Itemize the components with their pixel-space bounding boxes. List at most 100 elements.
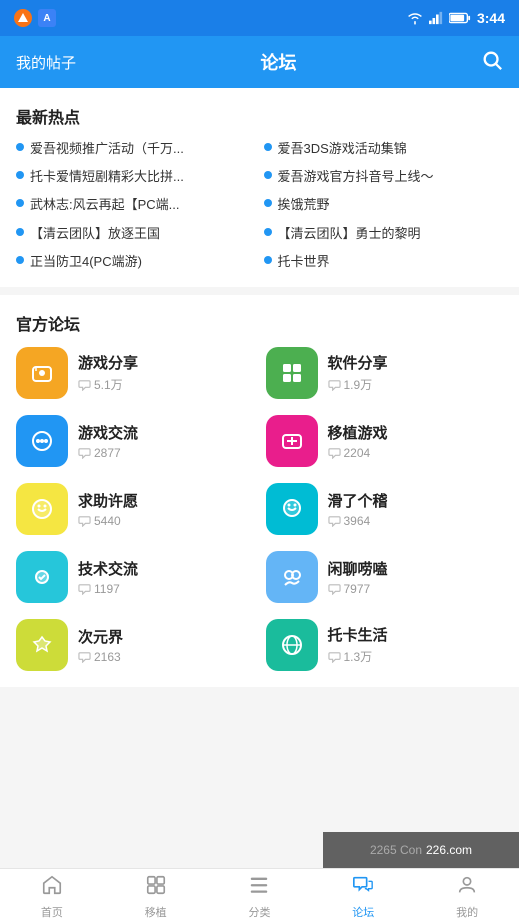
nav-item-migrate[interactable]: 移植	[104, 869, 208, 924]
status-bar: A 3:44	[0, 0, 519, 36]
header: 我的帖子 论坛	[0, 36, 519, 88]
hot-topic-item[interactable]: 【清云团队】勇士的黎明	[264, 225, 504, 243]
hot-topic-item[interactable]: 托卡世界	[264, 253, 504, 271]
forum-item[interactable]: 游戏交流 2877	[16, 415, 254, 467]
hot-topic-text: 挨饿荒野	[278, 196, 330, 214]
nav-icon-forum	[352, 874, 374, 901]
hot-topic-item[interactable]: 爱吾3DS游戏活动集锦	[264, 140, 504, 158]
forum-section-title: 官方论坛	[16, 311, 503, 335]
nav-item-forum[interactable]: 论坛	[311, 869, 415, 924]
hot-topic-item[interactable]: 【清云团队】放逐王国	[16, 225, 256, 243]
nav-icon-category	[248, 874, 270, 901]
forum-item[interactable]: 托卡生活 1.3万	[266, 619, 504, 671]
hot-dot	[16, 228, 24, 236]
time-display: 3:44	[477, 10, 505, 26]
hot-dot	[264, 171, 272, 179]
hot-topic-item[interactable]: 爱吾视频推广活动（千万...	[16, 140, 256, 158]
hot-topic-text: 托卡爱情短剧精彩大比拼...	[30, 168, 184, 186]
forum-count: 1.9万	[328, 376, 388, 393]
hot-topic-text: 爱吾3DS游戏活动集锦	[278, 140, 407, 158]
signal-icon	[429, 11, 443, 25]
forum-name: 次元界	[78, 626, 123, 647]
bottom-nav: 首页 移植 分类 论坛 我的	[0, 868, 519, 924]
status-bar-left: A	[14, 9, 56, 27]
hot-topic-item[interactable]: 正当防卫4(PC端游)	[16, 253, 256, 271]
forum-name: 滑了个稽	[328, 490, 388, 511]
forum-icon	[16, 619, 68, 671]
hot-topic-item[interactable]: 爱吾游戏官方抖音号上线～	[264, 168, 504, 186]
hot-topic-item[interactable]: 托卡爱情短剧精彩大比拼...	[16, 168, 256, 186]
hot-topic-text: 正当防卫4(PC端游)	[30, 253, 142, 271]
app-icon-2: A	[38, 9, 56, 27]
forum-name: 软件分享	[328, 352, 388, 373]
comment-icon	[328, 651, 341, 663]
forum-count: 1197	[78, 582, 138, 596]
comment-icon	[78, 515, 91, 527]
forum-name: 游戏分享	[78, 352, 138, 373]
forum-name: 托卡生活	[328, 624, 388, 645]
forum-item[interactable]: 求助许愿 5440	[16, 483, 254, 535]
my-posts-button[interactable]: 我的帖子	[16, 52, 76, 73]
forum-info: 次元界 2163	[78, 626, 123, 664]
nav-icon-me	[456, 874, 478, 901]
forum-count: 2204	[328, 446, 388, 460]
forum-info: 闲聊唠嗑 7977	[328, 558, 388, 596]
forum-info: 求助许愿 5440	[78, 490, 138, 528]
hot-topic-text: 爱吾视频推广活动（千万...	[30, 140, 184, 158]
hot-dot	[16, 143, 24, 151]
forum-count: 5.1万	[78, 376, 138, 393]
forum-item[interactable]: 闲聊唠嗑 7977	[266, 551, 504, 603]
hot-dot	[264, 199, 272, 207]
hot-dot	[264, 143, 272, 151]
forum-count: 5440	[78, 514, 138, 528]
forum-icon	[266, 551, 318, 603]
status-bar-right: 3:44	[407, 10, 505, 26]
forum-item[interactable]: 次元界 2163	[16, 619, 254, 671]
forum-name: 移植游戏	[328, 422, 388, 443]
nav-item-me[interactable]: 我的	[415, 869, 519, 924]
hot-topic-text: 武林志:风云再起【PC端...	[30, 196, 180, 214]
comment-icon	[78, 651, 91, 663]
forum-count: 3964	[328, 514, 388, 528]
forum-count: 1.3万	[328, 648, 388, 665]
hot-topics-section: 最新热点 爱吾视频推广活动（千万... 爱吾3DS游戏活动集锦 托卡爱情短剧精彩…	[0, 88, 519, 287]
forum-name: 求助许愿	[78, 490, 138, 511]
nav-item-category[interactable]: 分类	[208, 869, 312, 924]
forum-info: 滑了个稽 3964	[328, 490, 388, 528]
nav-label-migrate: 移植	[145, 904, 167, 920]
forum-icon	[266, 483, 318, 535]
watermark: 2265 Con 226.com	[323, 832, 519, 868]
forum-item[interactable]: 移植游戏 2204	[266, 415, 504, 467]
forum-info: 软件分享 1.9万	[328, 352, 388, 393]
hot-dot	[16, 199, 24, 207]
forum-name: 技术交流	[78, 558, 138, 579]
forum-name: 闲聊唠嗑	[328, 558, 388, 579]
hot-topic-item[interactable]: 武林志:风云再起【PC端...	[16, 196, 256, 214]
hot-dot	[16, 171, 24, 179]
hot-topic-text: 【清云团队】放逐王国	[30, 225, 160, 243]
search-button[interactable]	[481, 49, 503, 76]
forum-info: 游戏分享 5.1万	[78, 352, 138, 393]
hot-topic-item[interactable]: 挨饿荒野	[264, 196, 504, 214]
forum-section: 官方论坛 游戏分享 5.1万 软件分享	[0, 295, 519, 687]
hot-topic-text: 爱吾游戏官方抖音号上线～	[278, 168, 434, 186]
nav-item-home[interactable]: 首页	[0, 869, 104, 924]
forum-info: 技术交流 1197	[78, 558, 138, 596]
wifi-icon	[407, 11, 423, 25]
main-content: 最新热点 爱吾视频推广活动（千万... 爱吾3DS游戏活动集锦 托卡爱情短剧精彩…	[0, 88, 519, 868]
forum-info: 移植游戏 2204	[328, 422, 388, 460]
forum-item[interactable]: 游戏分享 5.1万	[16, 347, 254, 399]
forum-grid: 游戏分享 5.1万 软件分享 1.9万	[16, 347, 503, 671]
forum-item[interactable]: 软件分享 1.9万	[266, 347, 504, 399]
comment-icon	[78, 583, 91, 595]
forum-count: 2163	[78, 650, 123, 664]
forum-item[interactable]: 滑了个稽 3964	[266, 483, 504, 535]
comment-icon	[78, 379, 91, 391]
hot-topic-text: 【清云团队】勇士的黎明	[278, 225, 421, 243]
forum-icon	[266, 415, 318, 467]
app-icon-1	[14, 9, 32, 27]
forum-item[interactable]: 技术交流 1197	[16, 551, 254, 603]
hot-dot	[264, 228, 272, 236]
forum-info: 游戏交流 2877	[78, 422, 138, 460]
forum-info: 托卡生活 1.3万	[328, 624, 388, 665]
